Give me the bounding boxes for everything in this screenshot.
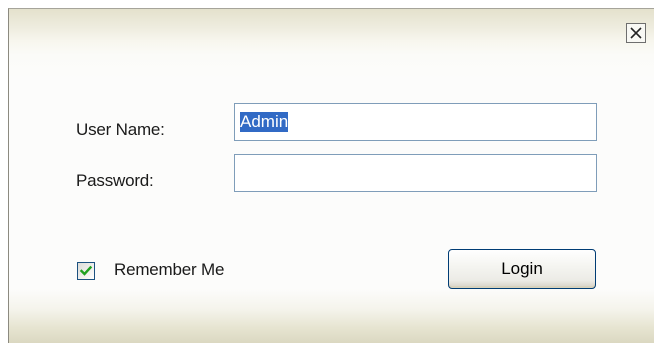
close-button[interactable] <box>626 23 646 43</box>
login-button[interactable]: Login <box>448 249 596 289</box>
username-input[interactable] <box>234 103 597 141</box>
close-icon <box>630 27 642 39</box>
remember-me-checkbox[interactable] <box>77 262 95 280</box>
checkmark-icon <box>79 265 93 276</box>
login-dialog: User Name: Password: Remember Me Login <box>8 8 654 343</box>
remember-me-label[interactable]: Remember Me <box>114 260 224 280</box>
password-label: Password: <box>76 171 154 190</box>
username-label: User Name: <box>76 120 165 139</box>
password-input[interactable] <box>234 154 597 192</box>
